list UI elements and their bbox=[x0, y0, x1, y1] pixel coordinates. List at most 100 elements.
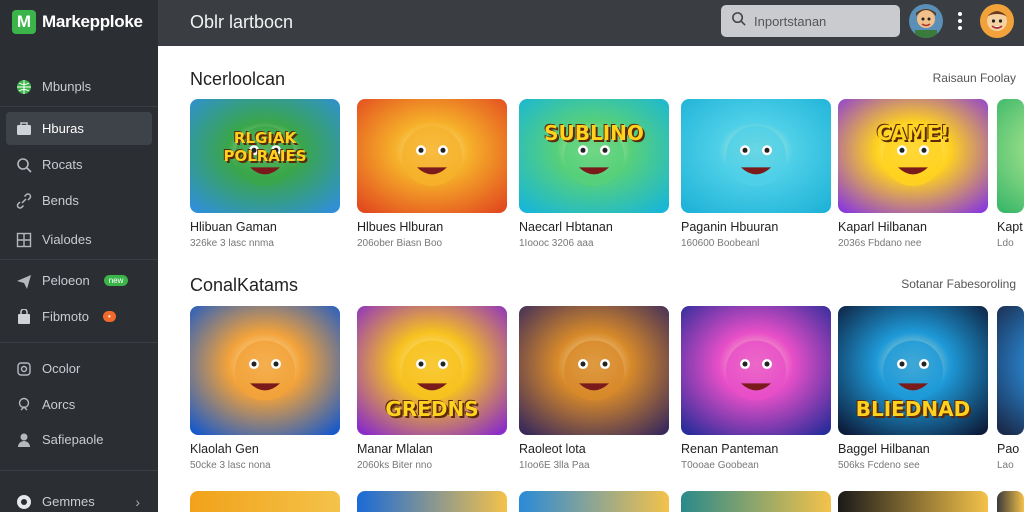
game-thumbnail[interactable]: SUBLINO bbox=[519, 99, 669, 213]
game-thumbnail[interactable] bbox=[997, 306, 1024, 435]
game-card[interactable]: Raoleot lota 1Ioo6E 3lla Paa bbox=[519, 306, 669, 471]
sidebar-item-4[interactable]: Vialodes bbox=[6, 223, 152, 256]
sidebar-item-10[interactable]: Gemmes › bbox=[6, 485, 152, 512]
search-icon bbox=[16, 157, 32, 173]
thumbnail-art-text: CAME! bbox=[876, 121, 950, 145]
game-meta: 326ke 3 lasc nnma bbox=[190, 238, 274, 249]
game-thumbnail-partial[interactable] bbox=[190, 491, 340, 512]
game-thumbnail[interactable]: RLGIAK POLRAIES bbox=[190, 99, 340, 213]
game-title[interactable]: Hlibuan Gaman bbox=[190, 220, 340, 234]
game-title[interactable]: Baggel Hilbanan bbox=[838, 442, 988, 456]
game-thumbnail-partial[interactable] bbox=[519, 491, 669, 512]
game-card[interactable]: SUBLINO Naecarl Hbtanan 1Ioooc 3206 aaa bbox=[519, 99, 669, 249]
game-title[interactable]: Renan Panteman bbox=[681, 442, 831, 456]
game-card[interactable]: Renan Panteman T0ooae Goobean bbox=[681, 306, 831, 471]
briefcase-icon bbox=[16, 121, 32, 137]
search-box[interactable] bbox=[721, 5, 900, 37]
brand-name: Markepploke bbox=[42, 12, 143, 31]
sidebar-item-label: Ocolor bbox=[42, 361, 81, 376]
game-thumbnail-partial[interactable] bbox=[997, 491, 1024, 512]
avatar[interactable] bbox=[909, 4, 943, 38]
sidebar-item-0[interactable]: Mbunpls bbox=[6, 70, 152, 103]
game-thumbnail[interactable] bbox=[190, 306, 340, 435]
game-card[interactable]: Hlbues Hlburan 206ober Biasn Boo bbox=[357, 99, 507, 249]
sidebar-item-8[interactable]: Aorcs bbox=[6, 388, 152, 421]
game-meta: 50cke 3 lasc nona bbox=[190, 460, 271, 471]
page-title: Oblr lartbocn bbox=[190, 12, 294, 32]
sidebar-item-label: Gemmes bbox=[42, 494, 95, 509]
coin-icon bbox=[16, 361, 32, 377]
game-meta: 2036s Fbdano nee bbox=[838, 238, 922, 249]
game-thumbnail[interactable] bbox=[519, 306, 669, 435]
game-thumbnail-partial[interactable] bbox=[357, 491, 507, 512]
thumbnail-art-text: RLGIAK POLRAIES bbox=[223, 129, 307, 165]
section-title-collections: ConalKatams bbox=[190, 275, 299, 295]
game-title[interactable]: Paganin Hbuuran bbox=[681, 220, 831, 234]
game-meta: 160600 Boobeanl bbox=[681, 238, 760, 249]
thumbnail-art-text: GREDNS bbox=[385, 397, 479, 421]
game-thumbnail[interactable]: GREDNS bbox=[357, 306, 507, 435]
sidebar-item-2[interactable]: Rocats bbox=[6, 148, 152, 181]
sidebar-divider bbox=[0, 342, 158, 343]
game-card[interactable]: Klaolah Gen 50cke 3 lasc nona bbox=[190, 306, 340, 471]
brand-logo: M bbox=[12, 10, 36, 34]
game-card[interactable]: Pao Lao bbox=[997, 306, 1024, 471]
sidebar-item-label: Vialodes bbox=[42, 232, 92, 247]
game-meta: 2060ks Biter nno bbox=[357, 460, 433, 471]
sidebar-item-3[interactable]: Bends bbox=[6, 184, 152, 217]
game-thumbnail[interactable]: BLIEDNAD bbox=[838, 306, 988, 435]
search-input[interactable] bbox=[754, 13, 894, 29]
game-title[interactable]: Klaolah Gen bbox=[190, 442, 340, 456]
section-link-featured[interactable]: Raisaun Foolay bbox=[933, 71, 1016, 85]
thumbnail-art-text: SUBLINO bbox=[544, 121, 644, 145]
game-thumbnail[interactable] bbox=[681, 99, 831, 213]
game-thumbnail[interactable]: CAME! bbox=[838, 99, 988, 213]
sidebar-item-9[interactable]: Safiepaole bbox=[6, 423, 152, 456]
game-title[interactable]: Manar Mlalan bbox=[357, 442, 507, 456]
brand[interactable]: M Markepploke bbox=[12, 10, 143, 34]
grid-icon bbox=[16, 232, 32, 248]
section-title-featured: Ncerloolcan bbox=[190, 69, 286, 89]
sidebar: M Markepploke Mbunpls Hburas Rocats Bend… bbox=[0, 0, 158, 512]
game-title[interactable]: Kapt bbox=[997, 220, 1024, 234]
game-card[interactable]: Kapt Ldo bbox=[997, 99, 1024, 249]
game-thumbnail-partial[interactable] bbox=[838, 491, 988, 512]
bulb-icon bbox=[16, 397, 32, 413]
section-link-collections[interactable]: Sotanar Fabesoroling bbox=[901, 277, 1016, 291]
sidebar-item-label: Rocats bbox=[42, 157, 83, 172]
game-thumbnail[interactable] bbox=[997, 99, 1024, 213]
sidebar-item-label: Bends bbox=[42, 193, 79, 208]
search-icon bbox=[731, 11, 746, 31]
game-card[interactable]: BLIEDNAD Baggel Hilbanan 506ks Fcdeno see bbox=[838, 306, 988, 471]
game-title[interactable]: Hlbues Hlburan bbox=[357, 220, 507, 234]
game-title[interactable]: Pao bbox=[997, 442, 1024, 456]
game-card[interactable]: GREDNS Manar Mlalan 2060ks Biter nno bbox=[357, 306, 507, 471]
alert-badge: • bbox=[102, 311, 116, 322]
sidebar-item-1[interactable]: Hburas bbox=[6, 112, 152, 145]
game-card[interactable]: RLGIAK POLRAIES Hlibuan Gaman 326ke 3 lasc… bbox=[190, 99, 340, 249]
game-meta: 506ks Fcdeno see bbox=[838, 460, 920, 471]
sidebar-item-7[interactable]: Ocolor bbox=[6, 352, 152, 385]
top-bar: Oblr lartbocn bbox=[158, 0, 1024, 46]
gamepad-icon bbox=[16, 494, 32, 510]
game-title[interactable]: Naecarl Hbtanan bbox=[519, 220, 669, 234]
more-menu-icon[interactable] bbox=[955, 10, 965, 32]
sidebar-item-label: Safiepaole bbox=[42, 432, 104, 447]
game-title[interactable]: Raoleot lota bbox=[519, 442, 669, 456]
sidebar-divider bbox=[0, 106, 158, 107]
game-thumbnail[interactable] bbox=[681, 306, 831, 435]
game-meta: 1Ioooc 3206 aaa bbox=[519, 238, 594, 249]
plane-icon bbox=[16, 273, 32, 289]
game-thumbnail-partial[interactable] bbox=[681, 491, 831, 512]
game-title[interactable]: Kaparl Hilbanan bbox=[838, 220, 988, 234]
sidebar-divider bbox=[0, 470, 158, 471]
profile-avatar[interactable] bbox=[980, 4, 1014, 38]
sidebar-item-label: Hburas bbox=[42, 121, 84, 136]
bag-icon bbox=[16, 308, 32, 325]
game-card[interactable]: CAME! Kaparl Hilbanan 2036s Fbdano nee bbox=[838, 99, 988, 249]
sidebar-item-6[interactable]: Fibmoto • bbox=[6, 300, 152, 333]
sidebar-item-5[interactable]: Peloeon new bbox=[6, 264, 152, 297]
sidebar-divider bbox=[0, 259, 158, 260]
game-card[interactable]: Paganin Hbuuran 160600 Boobeanl bbox=[681, 99, 831, 249]
game-thumbnail[interactable] bbox=[357, 99, 507, 213]
